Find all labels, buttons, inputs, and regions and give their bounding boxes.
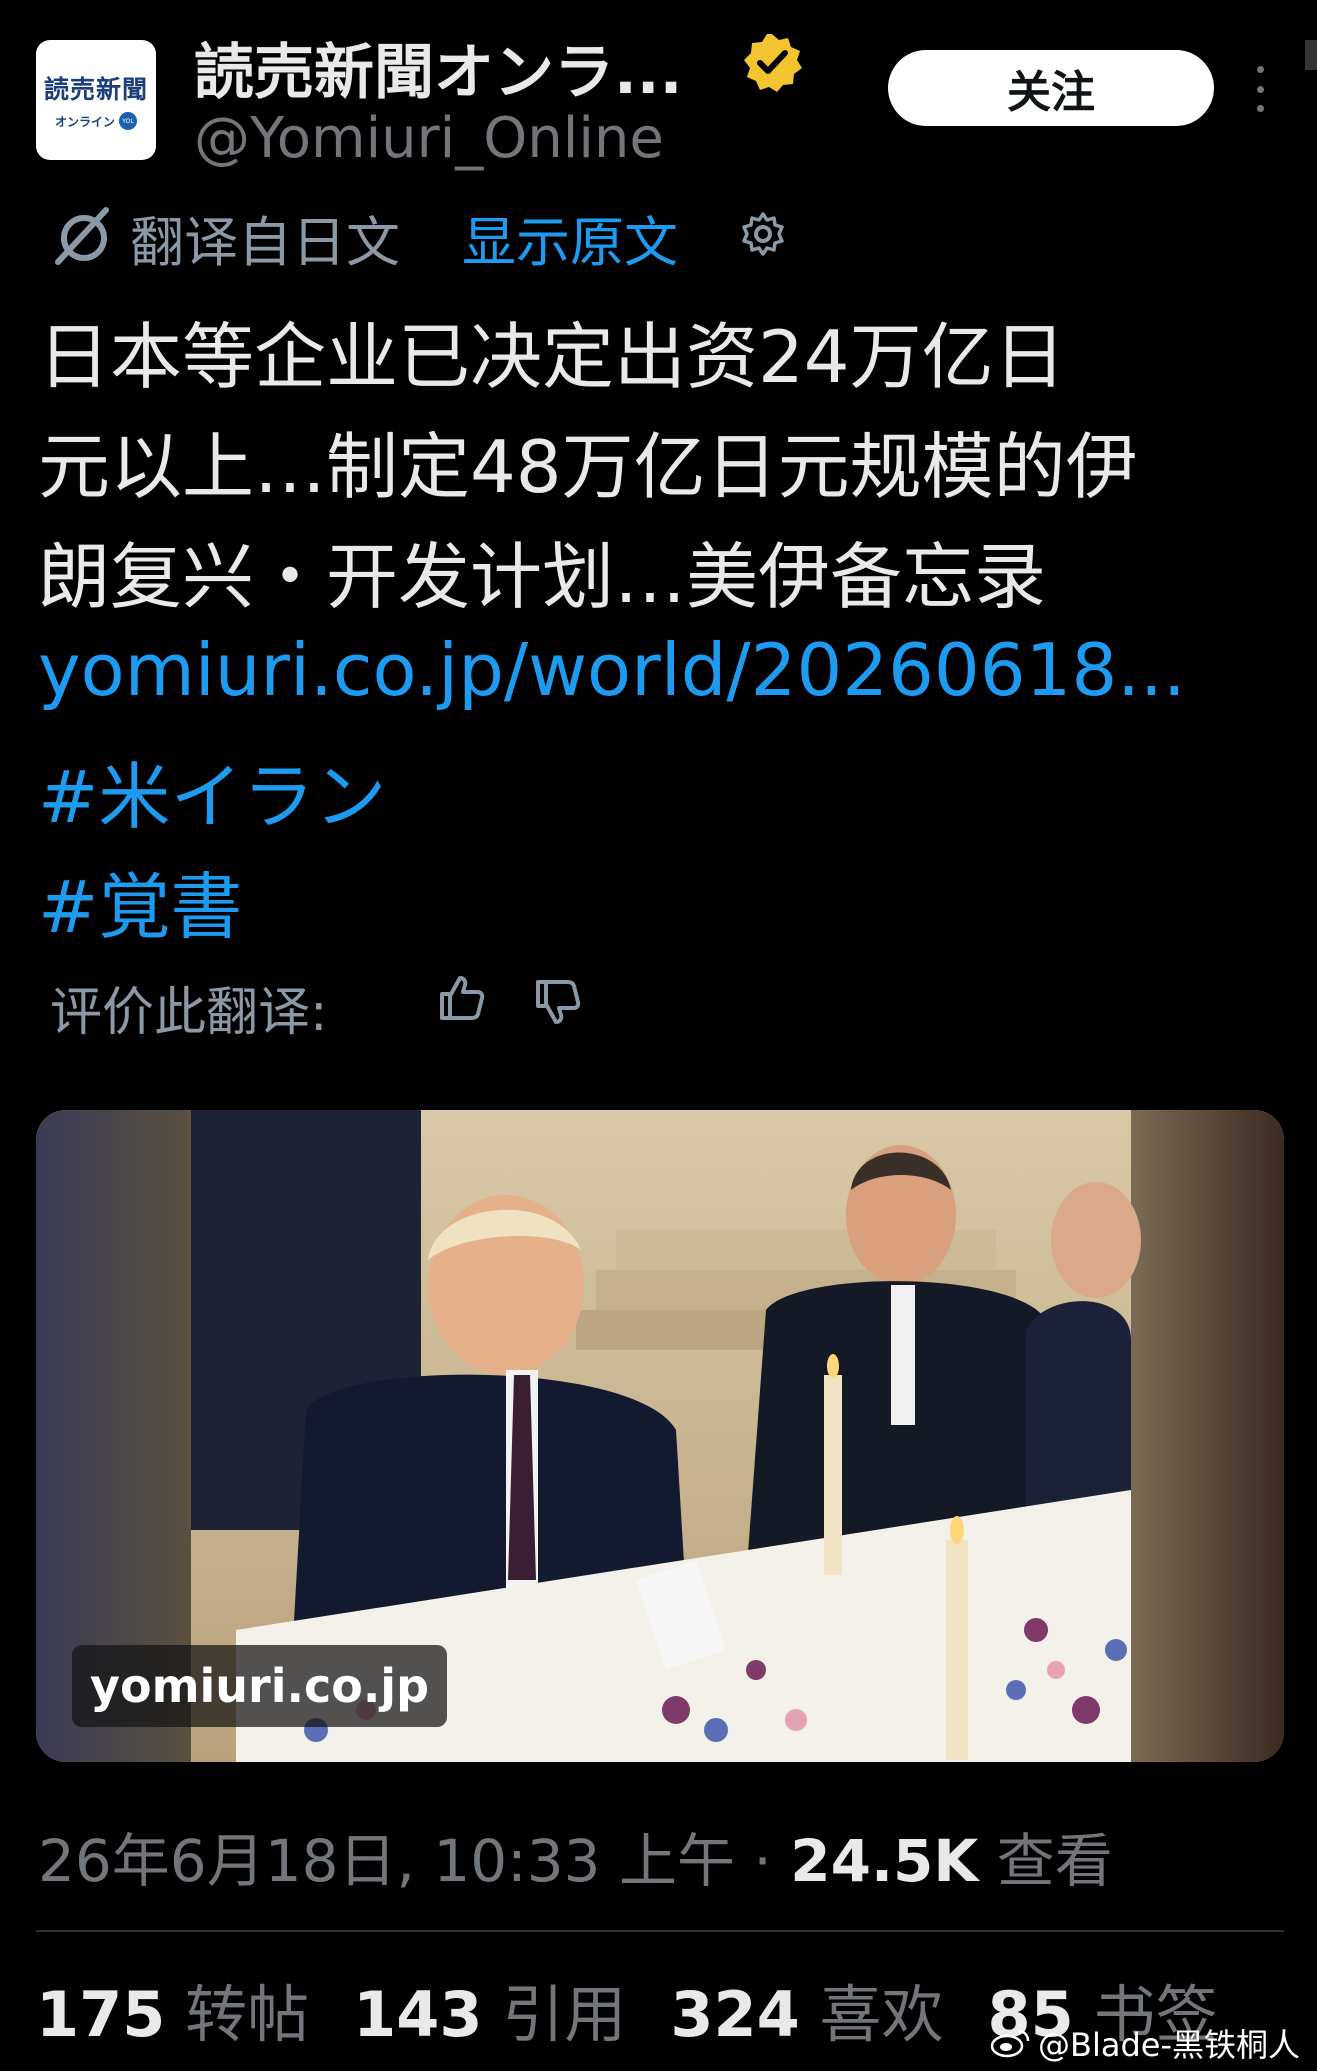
follow-button[interactable]: 关注 — [888, 50, 1214, 126]
view-count: 24.5K — [790, 1827, 979, 1895]
divider — [36, 1930, 1284, 1932]
verified-badge-icon — [744, 34, 802, 92]
account-handle[interactable]: @Yomiuri_Online — [194, 106, 664, 171]
watermark-text: @Blade-黑铁桐人 — [1038, 2026, 1301, 2064]
edge-divider — [1305, 40, 1317, 70]
post-text-line-1: 日本等企业已决定出资24万亿日 — [38, 315, 1066, 399]
view-count-label: 查看 — [996, 1827, 1113, 1895]
stat-value: 143 — [353, 1978, 483, 2051]
account-display-name[interactable]: 読売新聞オンラ... — [194, 24, 682, 111]
post-meta: 26年6月18日, 10:33 上午 · 24.5K 查看 — [38, 1814, 1113, 1898]
stat-value: 175 — [36, 1978, 166, 2051]
gear-icon[interactable] — [740, 211, 786, 257]
stat-label: 转帖 — [185, 1978, 310, 2051]
avatar-logo-sub: オンライン YOL — [55, 112, 137, 130]
avatar-logo-subtext: オンライン — [54, 114, 115, 129]
stat-likes[interactable]: 324 喜欢 — [670, 1964, 943, 2054]
translated-from-label: 翻译自日文 — [130, 211, 400, 274]
hashtag-link[interactable]: #覚書 — [38, 848, 242, 953]
watermark: @Blade-黑铁桐人 — [990, 2020, 1300, 2066]
more-options-icon[interactable] — [1248, 66, 1272, 112]
show-original-link[interactable]: 显示原文 — [462, 198, 678, 277]
stat-value: 324 — [670, 1978, 800, 2051]
hashtag-link[interactable]: #米イラン — [38, 738, 386, 843]
avatar-logo-badge: YOL — [119, 112, 137, 130]
media-source-label: yomiuri.co.jp — [72, 1645, 448, 1727]
post-text-line-3: 朗复兴・开发计划…美伊备忘录 — [38, 535, 1047, 619]
thumbs-up-icon[interactable] — [436, 972, 488, 1024]
translate-icon — [55, 207, 109, 265]
post-timestamp[interactable]: 26年6月18日, 10:33 上午 — [38, 1827, 735, 1895]
thumbs-down-icon[interactable] — [532, 976, 584, 1028]
meta-separator: · — [753, 1827, 772, 1895]
account-avatar[interactable]: 読売新聞 オンライン YOL — [36, 40, 156, 160]
stat-quotes[interactable]: 143 引用 — [353, 1964, 626, 2054]
stat-label: 喜欢 — [819, 1978, 944, 2051]
post-article-link[interactable]: yomiuri.co.jp/world/20260618... — [38, 628, 1186, 712]
stat-label: 引用 — [502, 1978, 627, 2051]
weibo-icon — [990, 2029, 1030, 2058]
avatar-logo-text: 読売新聞 — [43, 75, 148, 104]
stat-reposts[interactable]: 175 转帖 — [36, 1964, 309, 2054]
post-text-line-2: 元以上…制定48万亿日元规模的伊 — [38, 425, 1138, 509]
rate-translation-label: 评价此翻译: — [50, 983, 328, 1043]
